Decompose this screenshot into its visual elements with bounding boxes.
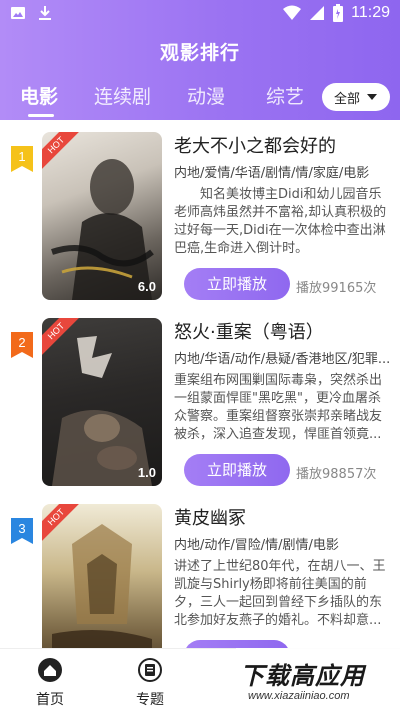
list-item[interactable]: 1 HOT 6.0 老大不小之都会好的 内地/爱情/华语/剧情/情/家庭/电影 …	[0, 120, 400, 306]
movie-poster[interactable]: HOT 1.0	[42, 318, 162, 486]
nav-home-label: 首页	[36, 692, 64, 708]
movie-poster[interactable]: HOT 6.0	[42, 132, 162, 300]
play-count: 播放98857次	[296, 467, 377, 482]
play-count: 播放99165次	[296, 281, 377, 296]
tab-variety[interactable]: 综艺	[266, 82, 304, 109]
play-button[interactable]: 立即播放	[184, 454, 290, 486]
nav-topic-label: 专题	[136, 692, 164, 708]
status-time: 11:29	[351, 4, 390, 21]
movie-poster[interactable]: HOT	[42, 504, 162, 648]
signal-icon	[310, 6, 325, 20]
poster-art	[52, 524, 152, 648]
status-bar: 11:29	[0, 0, 400, 28]
movie-description: 知名美妆博主Didi和幼儿园音乐老师高炜虽然并不富裕,却认真积极的过好每一天,D…	[174, 187, 387, 256]
poster-art	[51, 159, 154, 300]
ranking-list[interactable]: 1 HOT 6.0 老大不小之都会好的 内地/爱情/华语/剧情/情/家庭/电影 …	[0, 120, 400, 648]
image-icon	[11, 7, 25, 19]
topic-icon	[138, 658, 162, 682]
rank-badge: 3	[11, 518, 33, 544]
header: 11:29 观影排行 电影 连续剧 动漫 综艺 全部	[0, 0, 400, 120]
tab-series[interactable]: 连续剧	[94, 82, 151, 109]
rank-badge: 2	[11, 332, 33, 358]
movie-title[interactable]: 黄皮幽冢	[174, 504, 394, 530]
poster-art	[52, 336, 152, 486]
rank-badge: 1	[11, 146, 33, 172]
list-item[interactable]: 2 HOT 1.0 怒火·重案（粤语） 内地/华语/动作/悬疑/香港地区/犯罪.…	[0, 306, 400, 492]
movie-tags: 内地/动作/冒险/情/剧情/电影	[174, 538, 339, 553]
tab-movie[interactable]: 电影	[20, 82, 58, 109]
movie-title[interactable]: 老大不小之都会好的	[174, 132, 394, 158]
score: 6.0	[137, 279, 156, 294]
download-icon	[39, 6, 51, 20]
score: 1.0	[137, 465, 156, 480]
active-tab-indicator	[28, 114, 54, 117]
movie-tags: 内地/华语/动作/悬疑/香港地区/犯罪...	[174, 352, 391, 367]
page-title: 观影排行	[159, 42, 240, 64]
tab-anime[interactable]: 动漫	[187, 82, 225, 109]
movie-description: 重案组布网围剿国际毒枭，突然杀出一组蒙面悍匪"黑吃黑"，更冷血屠杀众警察。重案组…	[174, 373, 383, 442]
nav-topic[interactable]: 专题	[120, 657, 180, 709]
home-icon	[38, 658, 62, 682]
movie-tags: 内地/爱情/华语/剧情/情/家庭/电影	[174, 166, 370, 181]
play-button[interactable]: 立即播放	[184, 640, 290, 648]
watermark-logo: 下载高应用 www.xiazaiiniao.com	[236, 648, 400, 711]
battery-icon	[333, 4, 344, 22]
filter-dropdown[interactable]: 全部	[322, 83, 390, 111]
wifi-icon	[283, 5, 302, 20]
filter-label: 全部	[333, 91, 360, 107]
movie-description: 讲述了上世纪80年代，在胡八一、王凯旋与Shirly杨即将前往美国的前夕，三人一…	[174, 559, 386, 628]
caret-down-icon	[367, 94, 377, 100]
movie-title[interactable]: 怒火·重案（粤语）	[174, 318, 394, 344]
list-item[interactable]: 3 HOT 黄皮幽冢 内地/动作/冒险/情/剧情/电影 讲述了上世纪80年代，在…	[0, 492, 400, 648]
play-button[interactable]: 立即播放	[184, 268, 290, 300]
nav-home[interactable]: 首页	[20, 657, 80, 709]
